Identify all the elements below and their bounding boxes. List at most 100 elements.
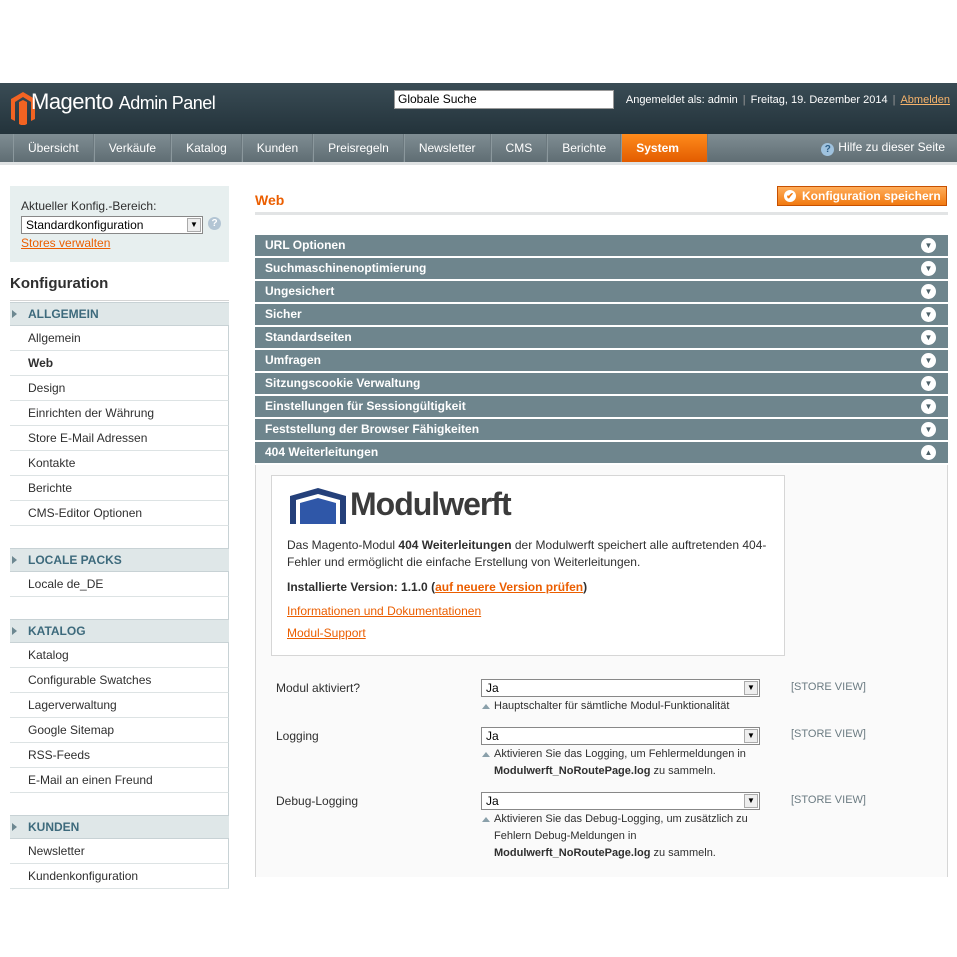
config-section-header[interactable]: Standardseiten ▼: [255, 327, 948, 348]
sidebar-group-header[interactable]: ALLGEMEIN: [10, 302, 229, 326]
sidebar-item[interactable]: Kundenkonfiguration: [10, 864, 229, 889]
section-title: Suchmaschinenoptimierung: [265, 261, 427, 275]
sidebar-item[interactable]: Design: [10, 376, 229, 401]
section-title: Ungesichert: [265, 284, 335, 298]
checkmark-icon: ✔: [784, 190, 796, 202]
config-section-header[interactable]: Sicher ▼: [255, 304, 948, 325]
section-title: Sicher: [265, 307, 302, 321]
section-title: URL Optionen: [265, 238, 346, 252]
chevron-down-icon[interactable]: ▼: [921, 376, 936, 391]
nav-item-8[interactable]: System: [621, 134, 708, 162]
support-link[interactable]: Modul-Support: [287, 626, 366, 640]
app-logo-text[interactable]: Magento Admin Panel: [31, 89, 216, 115]
config-scope-panel: Aktueller Konfig.-Bereich: Standardkonfi…: [10, 186, 229, 262]
check-update-link[interactable]: auf neuere Version prüfen: [435, 580, 583, 594]
config-section-header[interactable]: URL Optionen ▼: [255, 235, 948, 256]
chevron-down-icon[interactable]: ▼: [921, 238, 936, 253]
nav-item-2[interactable]: Katalog: [171, 134, 242, 162]
chevron-up-icon[interactable]: ▲: [921, 445, 936, 460]
chevron-down-icon[interactable]: ▼: [921, 284, 936, 299]
module-version: Installierte Version: 1.1.0 (auf neuere …: [287, 580, 588, 594]
scope-badge: [STORE VIEW]: [791, 728, 866, 740]
chevron-down-icon[interactable]: ▼: [921, 353, 936, 368]
sidebar-item[interactable]: Berichte: [10, 476, 229, 501]
sidebar-item[interactable]: Locale de_DE: [10, 572, 229, 597]
config-section-header[interactable]: Feststellung der Browser Fähigkeiten ▼: [255, 419, 948, 440]
scope-select[interactable]: Standardkonfiguration ▼: [21, 216, 203, 234]
chevron-down-icon[interactable]: ▼: [921, 307, 936, 322]
sidebar-group-header[interactable]: KUNDEN: [10, 815, 229, 839]
documentation-link[interactable]: Informationen und Dokumentationen: [287, 604, 481, 618]
logging-label: Logging: [276, 729, 319, 743]
field-note: Aktivieren Sie das Logging, um Fehlermel…: [482, 746, 764, 780]
stores-manage-link[interactable]: Stores verwalten: [21, 236, 110, 250]
modulwerft-logo-text: Modulwerft: [350, 486, 512, 522]
sidebar-item[interactable]: Kontakte: [10, 451, 229, 476]
global-search-input[interactable]: Globale Suche: [394, 90, 614, 109]
config-section-header[interactable]: Einstellungen für Sessiongültigkeit ▼: [255, 396, 948, 417]
sidebar-item[interactable]: Allgemein: [10, 326, 229, 351]
logout-link[interactable]: Abmelden: [900, 94, 950, 106]
chevron-down-icon[interactable]: ▼: [921, 330, 936, 345]
chevron-down-icon[interactable]: ▼: [921, 399, 936, 414]
nav-item-4[interactable]: Preisregeln: [313, 134, 404, 162]
module-description: Das Magento-Modul 404 Weiterleitungen de…: [287, 538, 767, 569]
config-section-header[interactable]: Ungesichert ▼: [255, 281, 948, 302]
nav-item-0[interactable]: Übersicht: [13, 134, 94, 162]
sidebar-item[interactable]: E-Mail an einen Freund: [10, 768, 229, 793]
nav-item-5[interactable]: Newsletter: [403, 134, 491, 162]
sidebar-item[interactable]: Katalog: [10, 643, 229, 668]
page-title: Web: [255, 192, 285, 208]
section-title: Feststellung der Browser Fähigkeiten: [265, 422, 480, 436]
config-sections: URL Optionen ▼ Suchmaschinenoptimierung ▼ Un…: [255, 235, 948, 465]
config-section-header[interactable]: Umfragen ▼: [255, 350, 948, 371]
debug-logging-label: Debug-Logging: [276, 794, 359, 808]
sidebar-item[interactable]: Web: [10, 351, 229, 376]
module-enabled-select[interactable]: Ja ▼: [481, 679, 760, 697]
sidebar-group-header[interactable]: KATALOG: [10, 619, 229, 643]
chevron-down-icon[interactable]: ▼: [921, 422, 936, 437]
sidebar-item[interactable]: Lagerverwaltung: [10, 693, 229, 718]
config-section-header[interactable]: Sitzungscookie Verwaltung ▼: [255, 373, 948, 394]
nav-item-1[interactable]: Verkäufe: [93, 134, 172, 162]
sidebar-item[interactable]: RSS-Feeds: [10, 743, 229, 768]
sidebar-item[interactable]: Store E-Mail Adressen: [10, 426, 229, 451]
save-config-button[interactable]: ✔ Konfiguration speichern: [777, 186, 947, 206]
nav-item-3[interactable]: Kunden: [241, 134, 314, 162]
sidebar-item[interactable]: Configurable Swatches: [10, 668, 229, 693]
chevron-down-icon: ▼: [744, 794, 758, 808]
sidebar-item[interactable]: Google Sitemap: [10, 718, 229, 743]
scope-badge: [STORE VIEW]: [791, 681, 866, 693]
sidebar-item[interactable]: CMS-Editor Optionen: [10, 501, 229, 526]
module-enabled-label: Modul aktiviert?: [276, 681, 361, 695]
help-link[interactable]: ? Hilfe zu dieser Seite: [821, 140, 945, 156]
scope-label: Aktueller Konfig.-Bereich:: [21, 199, 157, 213]
sidebar-spacer: [10, 526, 229, 548]
logging-select[interactable]: Ja ▼: [481, 727, 760, 745]
field-note: Aktivieren Sie das Debug-Logging, um zus…: [482, 811, 764, 862]
nav-item-7[interactable]: Berichte: [547, 134, 622, 162]
help-icon: ?: [821, 143, 835, 156]
sidebar-spacer: [10, 793, 229, 815]
sidebar-group-header[interactable]: LOCALE PACKS: [10, 548, 229, 572]
sidebar-item[interactable]: Einrichten der Währung: [10, 401, 229, 426]
debug-logging-select[interactable]: Ja ▼: [481, 792, 760, 810]
modulwerft-logo-icon: [290, 488, 346, 524]
help-icon[interactable]: ?: [208, 217, 221, 230]
chevron-down-icon: ▼: [744, 681, 758, 695]
section-title: Umfragen: [265, 353, 322, 367]
config-sidebar: ALLGEMEIN Allgemein Web Design Einrichten de…: [10, 302, 229, 889]
current-date: Freitag, 19. Dezember 2014: [750, 94, 888, 106]
chevron-down-icon[interactable]: ▼: [921, 261, 936, 276]
scope-badge: [STORE VIEW]: [791, 794, 866, 806]
logged-in-label: Angemeldet als: admin: [625, 94, 738, 106]
config-section-header[interactable]: Suchmaschinenoptimierung ▼: [255, 258, 948, 279]
config-section-header[interactable]: 404 Weiterleitungen ▲: [255, 442, 948, 463]
section-title: 404 Weiterleitungen: [265, 445, 379, 459]
sidebar-item[interactable]: Newsletter: [10, 839, 229, 864]
nav-item-6[interactable]: CMS: [490, 134, 548, 162]
section-title: Standardseiten: [265, 330, 352, 344]
chevron-down-icon: ▼: [744, 729, 758, 743]
field-note: Hauptschalter für sämtliche Modul-Funkti…: [482, 698, 764, 715]
sidebar-title: Konfiguration: [10, 262, 229, 301]
